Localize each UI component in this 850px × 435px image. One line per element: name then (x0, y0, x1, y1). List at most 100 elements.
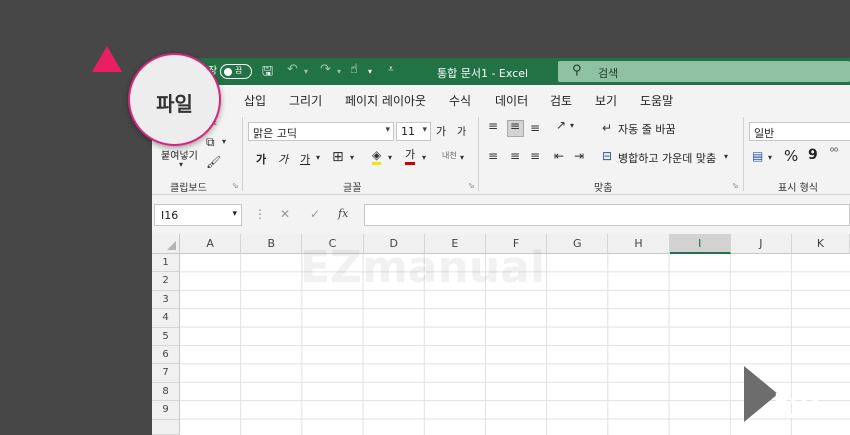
row-header[interactable]: 6 (152, 346, 180, 365)
font-color-dropdown-icon[interactable]: ▾ (422, 153, 426, 162)
chevron-down-icon: ▾ (385, 125, 390, 135)
formula-input[interactable] (364, 204, 850, 226)
fill-color-icon[interactable]: ◈ (372, 149, 382, 165)
row-header[interactable]: 8 (152, 382, 180, 402)
row-header[interactable]: 2 (152, 272, 180, 291)
orientation-icon[interactable]: ↗ (556, 118, 566, 132)
group-divider (743, 117, 744, 191)
grow-font-button[interactable]: 가 (436, 123, 446, 139)
select-all-button[interactable] (152, 234, 180, 254)
watermark: EZmanual (300, 242, 545, 293)
alignment-launcher-icon[interactable]: ⬂ (732, 181, 739, 190)
formula-bar: I16 ▾ ⋮ ✕ ✓ fx (152, 195, 850, 234)
insidebox-logo: inside BOX EZmanual (744, 366, 840, 422)
tab-draw[interactable]: 그리기 (289, 92, 322, 109)
align-right-icon[interactable]: ≡ (530, 149, 540, 163)
align-center-icon[interactable]: ≡ (510, 149, 520, 163)
underline-dropdown-icon[interactable]: ▾ (316, 153, 320, 162)
logo-shape (744, 366, 778, 422)
row-header[interactable]: 3 (152, 290, 180, 310)
fill-dropdown-icon[interactable]: ▾ (388, 153, 392, 162)
redo-dropdown-icon[interactable]: ▾ (337, 67, 341, 76)
tab-view[interactable]: 보기 (595, 92, 617, 109)
font-launcher-icon[interactable]: ⬂ (468, 181, 475, 190)
touch-mode-icon[interactable]: ☝ (350, 62, 358, 77)
row-header[interactable]: 1 (152, 254, 180, 273)
align-middle-icon: ≡ (510, 119, 521, 133)
customize-toolbar-icon[interactable]: ⩡ (388, 64, 394, 75)
cancel-icon[interactable]: ✕ (280, 207, 290, 221)
toggle-knob (224, 67, 232, 76)
search-icon: ⚲ (572, 63, 582, 78)
enter-icon[interactable]: ✓ (310, 207, 320, 221)
paste-dropdown-icon[interactable]: ▾ (179, 160, 183, 169)
copy-icon[interactable]: ⧉ (206, 135, 215, 150)
row-header[interactable]: 7 (152, 364, 180, 383)
orientation-dropdown-icon[interactable]: ▾ (570, 121, 574, 130)
touch-dropdown-icon[interactable]: ▾ (368, 67, 372, 76)
row-header[interactable]: 5 (152, 327, 180, 346)
insert-function-button[interactable]: fx (338, 207, 348, 220)
font-size-select[interactable]: 11 ▾ (396, 122, 431, 141)
merge-dropdown-icon[interactable]: ▾ (724, 152, 728, 161)
bold-button[interactable]: 가 (256, 151, 266, 167)
clipboard-launcher-icon[interactable]: ⬂ (232, 181, 239, 190)
percent-button[interactable]: % (784, 147, 798, 165)
alignment-group-label: 맞춤 (594, 183, 613, 194)
comma-style-button[interactable]: 9 (808, 147, 818, 163)
underline-button[interactable]: 가 (300, 151, 310, 167)
row-header[interactable] (152, 419, 180, 435)
font-color-button[interactable]: 가 (405, 148, 416, 165)
column-header[interactable]: G (547, 234, 609, 254)
border-dropdown-icon[interactable]: ▾ (350, 153, 354, 162)
align-bottom-icon[interactable]: ≡ (530, 121, 540, 135)
tab-insert[interactable]: 삽입 (244, 92, 266, 109)
format-painter-icon[interactable]: 🖌 (206, 155, 221, 169)
undo-dropdown-icon[interactable]: ▾ (304, 67, 308, 76)
wrap-text-icon[interactable]: ↵ (602, 121, 612, 135)
column-header[interactable]: K (792, 234, 850, 254)
accounting-dropdown-icon[interactable]: ▾ (768, 153, 772, 162)
more-options-icon[interactable]: ⋮ (254, 207, 266, 221)
increase-decimal-icon[interactable]: ⁰⁰ (830, 147, 838, 158)
phonetic-button[interactable]: 내천 (442, 150, 457, 161)
merge-center-button[interactable]: 병합하고 가운데 맞춤 (618, 150, 716, 166)
column-header[interactable]: B (241, 234, 303, 254)
file-tab-callout[interactable]: 파일 (128, 53, 221, 146)
search-box[interactable]: ⚲ 검색 (558, 61, 850, 82)
copy-dropdown-icon[interactable]: ▾ (222, 137, 226, 146)
merge-center-icon[interactable]: ⊟ (602, 149, 612, 163)
group-divider (242, 117, 243, 191)
wrap-text-button[interactable]: 자동 줄 바꿈 (618, 121, 676, 137)
increase-indent-icon[interactable]: ⇥ (574, 149, 584, 163)
phonetic-dropdown-icon[interactable]: ▾ (460, 153, 464, 162)
tab-formulas[interactable]: 수식 (449, 92, 471, 109)
decrease-indent-icon[interactable]: ⇤ (554, 149, 564, 163)
redo-icon[interactable]: ↷ (320, 62, 331, 77)
column-header[interactable]: H (608, 234, 670, 254)
tab-review[interactable]: 검토 (550, 92, 572, 109)
tab-help[interactable]: 도움말 (640, 92, 673, 109)
align-top-icon[interactable]: ≡ (488, 119, 498, 133)
tab-data[interactable]: 데이터 (495, 92, 528, 109)
row-header[interactable]: 4 (152, 309, 180, 328)
chevron-down-icon: ▾ (422, 125, 427, 135)
name-box[interactable]: I16 ▾ (154, 204, 242, 226)
tab-page-layout[interactable]: 페이지 레이아웃 (345, 92, 426, 109)
column-header-active[interactable]: I (669, 234, 731, 254)
column-header[interactable]: J (730, 234, 792, 254)
save-icon[interactable]: 🖫 (262, 62, 273, 84)
border-icon[interactable]: ⊞ (332, 149, 344, 165)
column-header[interactable]: A (180, 234, 242, 254)
row-header[interactable]: 9 (152, 401, 180, 420)
name-box-value: I16 (161, 209, 179, 222)
document-title: 통합 문서1 - Excel (437, 67, 529, 80)
align-left-icon[interactable]: ≡ (488, 149, 498, 163)
font-name-select[interactable]: 맑은 고딕 ▾ (248, 122, 394, 141)
accounting-format-icon[interactable]: ▤ (752, 149, 763, 163)
undo-icon[interactable]: ↶ (287, 62, 298, 77)
number-format-select[interactable]: 일반 (749, 122, 850, 141)
italic-button[interactable]: 가 (278, 151, 288, 167)
shrink-font-button[interactable]: 가 (457, 123, 466, 138)
autosave-toggle[interactable]: 끔 (220, 64, 252, 79)
